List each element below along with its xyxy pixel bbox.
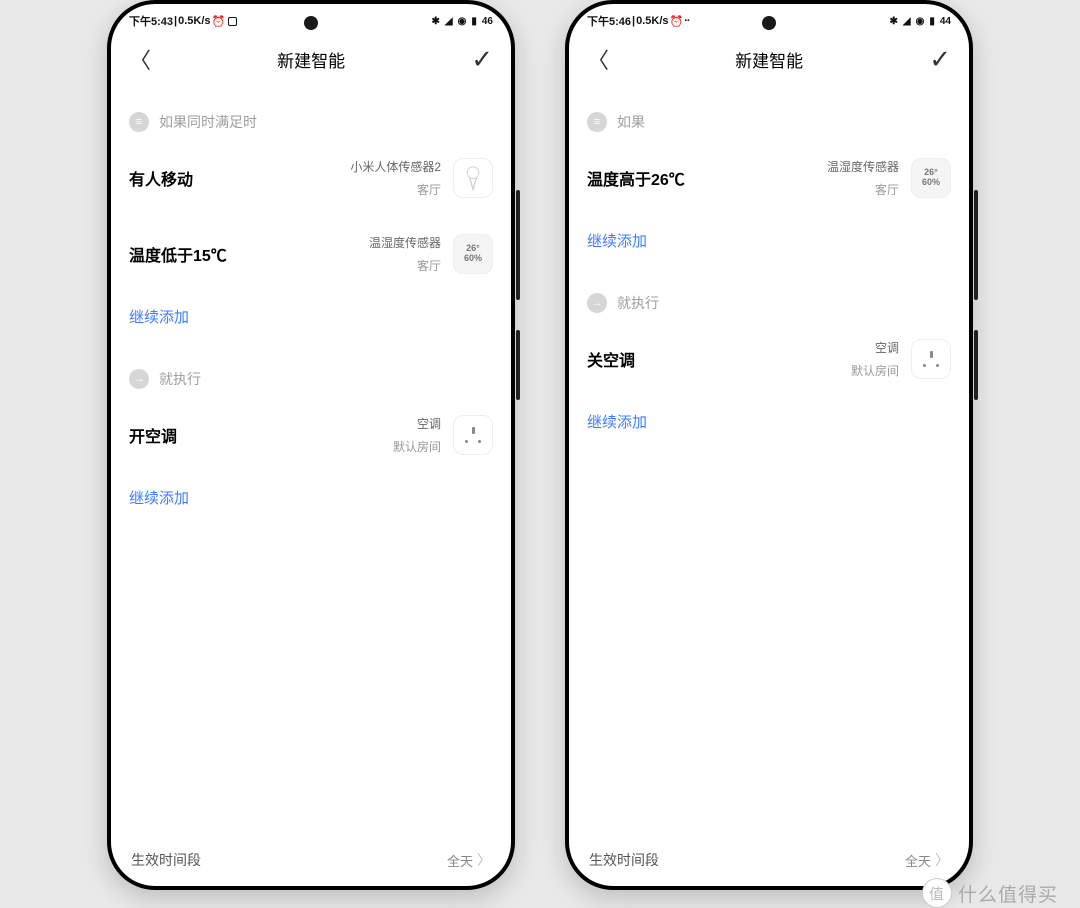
alarm-icon: ⏰	[670, 15, 684, 28]
nav-bar: 〈 新建智能 ✓	[111, 34, 511, 84]
status-net: 0.5K/s	[636, 15, 668, 27]
room-name: 客厅	[369, 257, 441, 274]
device-name: 小米人体传感器2	[350, 158, 441, 175]
alarm-icon: ⏰	[212, 15, 226, 28]
conditions-header: ≡ 如果同时满足时	[129, 112, 493, 132]
room-name: 客厅	[827, 181, 899, 198]
arrow-icon: →	[587, 293, 607, 313]
condition-row[interactable]: 温度高于26℃ 温湿度传感器 客厅 26°60%	[587, 140, 951, 216]
add-condition-button[interactable]: 继续添加	[587, 216, 951, 265]
chevron-right-icon: 〉	[477, 850, 491, 870]
effective-period-value: 全天	[905, 851, 931, 870]
list-icon: ≡	[129, 112, 149, 132]
battery-level: 46	[482, 16, 493, 27]
confirm-button[interactable]: ✓	[929, 46, 951, 72]
effective-period-label: 生效时间段	[589, 850, 659, 870]
condition-row[interactable]: 温度低于15℃ 温湿度传感器 客厅 26°60%	[129, 216, 493, 292]
action-label: 开空调	[129, 423, 177, 447]
status-time: 下午5:46	[587, 13, 631, 29]
status-time: 下午5:43	[129, 13, 173, 29]
temp-sensor-icon: 26°60%	[911, 158, 951, 198]
bluetooth-icon: ✱	[432, 16, 440, 27]
phone-mockup-1: 下午5:43 | 0.5K/s ⏰ ✱ ◢ ◉ ▮ 46 〈 新建智能 ✓	[107, 0, 515, 890]
action-row[interactable]: 关空调 空调 默认房间	[587, 321, 951, 397]
conditions-header: ≡ 如果	[587, 112, 951, 132]
side-button	[974, 330, 978, 400]
socket-icon	[453, 415, 493, 455]
battery-icon: ▮	[929, 16, 935, 27]
bluetooth-icon: ✱	[890, 16, 898, 27]
condition-label: 温度高于26℃	[587, 166, 685, 190]
nav-bar: 〈 新建智能 ✓	[569, 34, 969, 84]
battery-icon: ▮	[471, 16, 477, 27]
signal-icon: ◢	[903, 16, 911, 27]
side-button	[516, 190, 520, 300]
phone-mockup-2: 下午5:46 | 0.5K/s ⏰ ·· ✱ ◢ ◉ ▮ 44 〈 新建智能 ✓	[565, 0, 973, 890]
back-button[interactable]: 〈	[129, 43, 151, 75]
side-button	[516, 330, 520, 400]
device-name: 空调	[393, 415, 441, 432]
add-condition-button[interactable]: 继续添加	[129, 292, 493, 341]
confirm-button[interactable]: ✓	[471, 46, 493, 72]
status-bar: 下午5:46 | 0.5K/s ⏰ ·· ✱ ◢ ◉ ▮ 44	[569, 4, 969, 34]
footer-row[interactable]: 生效时间段 全天 〉	[569, 834, 969, 886]
back-button[interactable]: 〈	[587, 43, 609, 75]
arrow-icon: →	[129, 369, 149, 389]
condition-label: 温度低于15℃	[129, 242, 227, 266]
more-icon: ··	[684, 15, 689, 27]
action-label: 关空调	[587, 347, 635, 371]
conditions-header-label: 如果同时满足时	[159, 112, 257, 132]
condition-label: 有人移动	[129, 166, 193, 190]
room-name: 客厅	[350, 181, 441, 198]
status-net: 0.5K/s	[178, 15, 210, 27]
device-name: 空调	[851, 339, 899, 356]
wifi-icon: ◉	[916, 16, 925, 27]
page-title: 新建智能	[735, 47, 803, 72]
temp-sensor-icon: 26°60%	[453, 234, 493, 274]
motion-sensor-icon	[453, 158, 493, 198]
status-bar: 下午5:43 | 0.5K/s ⏰ ✱ ◢ ◉ ▮ 46	[111, 4, 511, 34]
action-row[interactable]: 开空调 空调 默认房间	[129, 397, 493, 473]
actions-header-label: 就执行	[617, 293, 659, 313]
condition-row[interactable]: 有人移动 小米人体传感器2 客厅	[129, 140, 493, 216]
socket-icon	[911, 339, 951, 379]
signal-icon: ◢	[445, 16, 453, 27]
side-button	[974, 190, 978, 300]
effective-period-label: 生效时间段	[131, 850, 201, 870]
actions-header: → 就执行	[587, 293, 951, 313]
footer-row[interactable]: 生效时间段 全天 〉	[111, 834, 511, 886]
actions-header: → 就执行	[129, 369, 493, 389]
watermark-text: 什么值得买	[958, 880, 1058, 907]
battery-level: 44	[940, 16, 951, 27]
chevron-right-icon: 〉	[935, 850, 949, 870]
device-name: 温湿度传感器	[827, 158, 899, 175]
room-name: 默认房间	[393, 438, 441, 455]
app-indicator-icon	[228, 17, 237, 26]
actions-header-label: 就执行	[159, 369, 201, 389]
room-name: 默认房间	[851, 362, 899, 379]
add-action-button[interactable]: 继续添加	[587, 397, 951, 446]
add-action-button[interactable]: 继续添加	[129, 473, 493, 522]
wifi-icon: ◉	[458, 16, 467, 27]
conditions-header-label: 如果	[617, 112, 645, 132]
effective-period-value: 全天	[447, 851, 473, 870]
page-title: 新建智能	[277, 47, 345, 72]
list-icon: ≡	[587, 112, 607, 132]
device-name: 温湿度传感器	[369, 234, 441, 251]
